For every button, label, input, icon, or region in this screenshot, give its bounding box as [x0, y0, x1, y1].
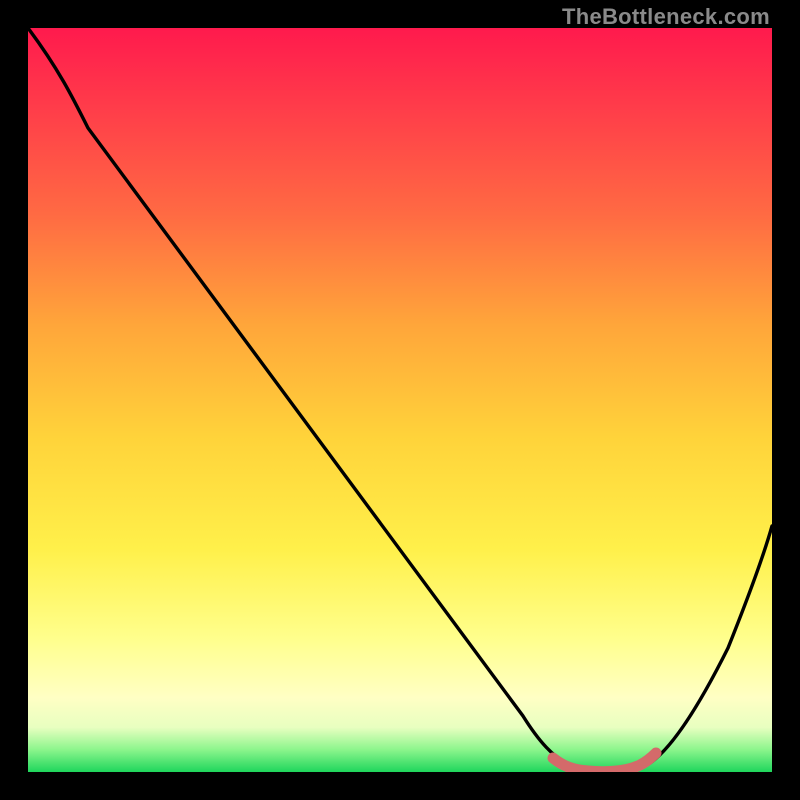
watermark-text: TheBottleneck.com	[562, 4, 770, 30]
chart-gradient-background	[28, 28, 772, 772]
frame-right	[772, 0, 800, 800]
chart-stage: TheBottleneck.com	[0, 0, 800, 800]
frame-bottom	[0, 772, 800, 800]
frame-left	[0, 0, 28, 800]
